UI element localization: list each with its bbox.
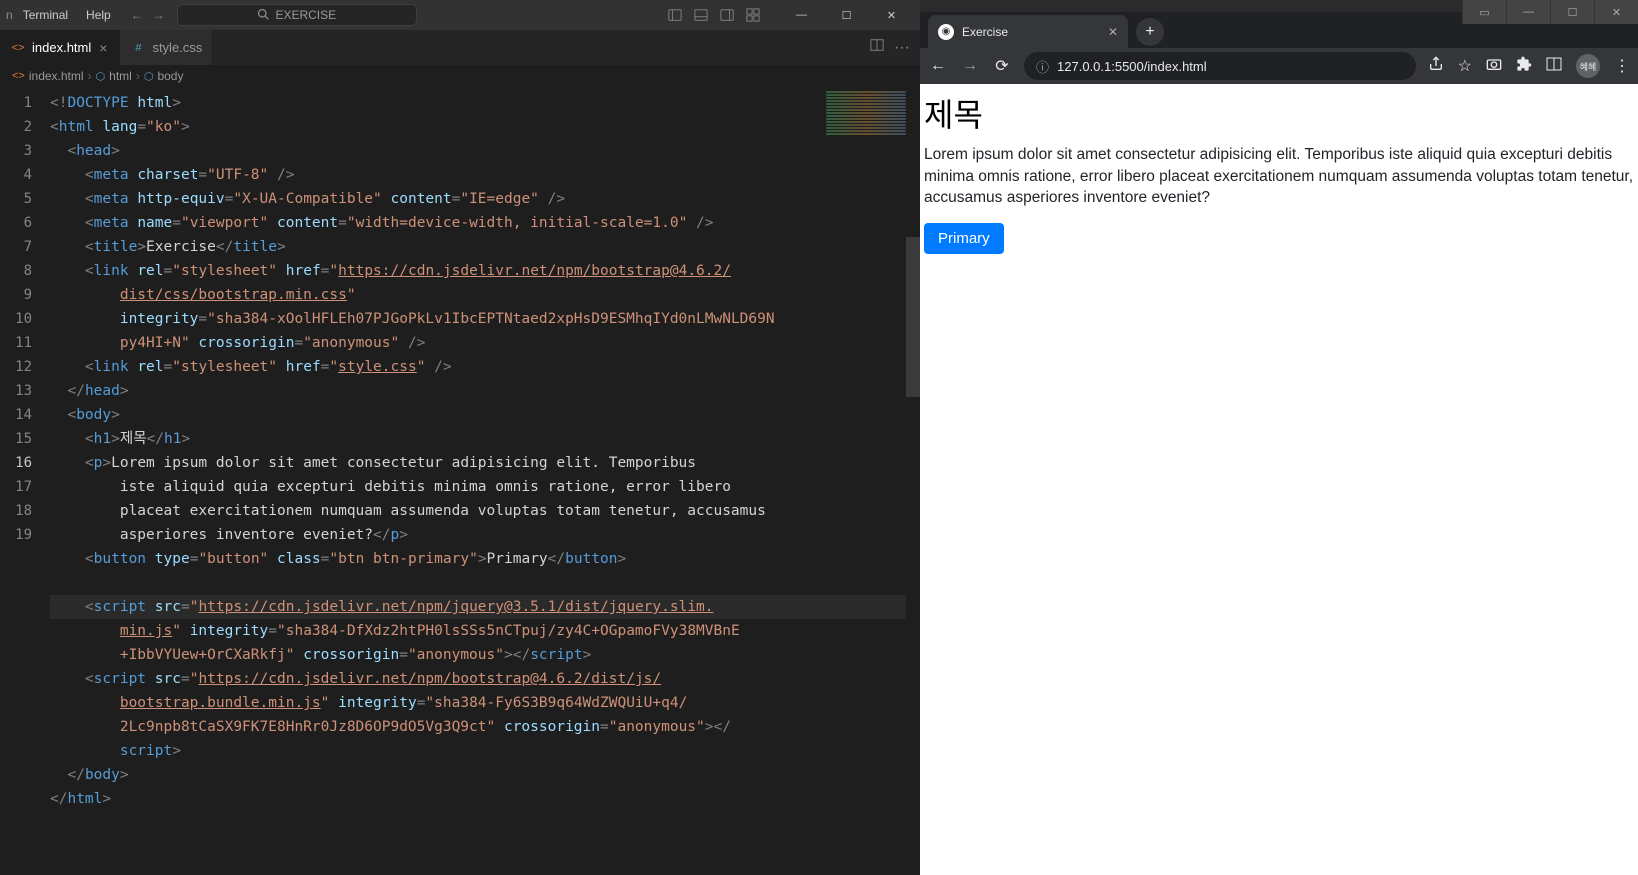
- search-text: EXERCISE: [275, 8, 336, 22]
- menu-help[interactable]: Help: [78, 4, 119, 26]
- tab-label: index.html: [32, 40, 91, 55]
- vertical-scrollbar[interactable]: [906, 87, 920, 875]
- window-minimize-icon[interactable]: ―: [779, 0, 824, 30]
- reading-list-icon[interactable]: [1546, 56, 1562, 77]
- browser-minimize-icon[interactable]: ―: [1506, 0, 1550, 24]
- nav-back-icon[interactable]: ←: [131, 8, 143, 22]
- browser-window: ▭ ― ☐ ✕ ◉ Exercise ✕ + ← → ⟳ ⓘ 127.0.0.1…: [920, 0, 1638, 875]
- browser-maximize-icon[interactable]: ☐: [1550, 0, 1594, 24]
- breadcrumbs: <>index.html › ⬡html › ⬡body: [0, 65, 920, 87]
- address-bar[interactable]: ⓘ 127.0.0.1:5500/index.html: [1024, 52, 1416, 80]
- browser-back-icon[interactable]: ←: [928, 57, 948, 75]
- browser-toolbar: ← → ⟳ ⓘ 127.0.0.1:5500/index.html ☆ 혜혜 ⋮: [920, 48, 1638, 84]
- layout-sidebar-right-icon[interactable]: [719, 8, 735, 22]
- page-paragraph: Lorem ipsum dolor sit amet consectetur a…: [924, 144, 1634, 209]
- split-editor-icon[interactable]: [870, 38, 884, 57]
- css-file-icon: #: [130, 40, 146, 56]
- profile-avatar[interactable]: 혜혜: [1576, 54, 1600, 78]
- tab-label: style.css: [152, 40, 202, 55]
- breadcrumb-separator-icon: ›: [88, 69, 92, 83]
- browser-menu-icon[interactable]: ⋮: [1614, 56, 1630, 76]
- editor-area: 12345678910111213141516171819 <!DOCTYPE …: [0, 87, 920, 875]
- search-icon: [257, 8, 269, 23]
- breadcrumb-body[interactable]: ⬡body: [144, 69, 184, 83]
- tab-close-icon[interactable]: ✕: [1108, 25, 1118, 39]
- share-icon[interactable]: [1428, 56, 1444, 77]
- tab-index-html[interactable]: <> index.html ×: [0, 30, 120, 65]
- new-tab-button[interactable]: +: [1136, 18, 1164, 46]
- window-maximize-icon[interactable]: ☐: [824, 0, 869, 30]
- rendered-page: 제목 Lorem ipsum dolor sit amet consectetu…: [920, 84, 1638, 875]
- layout-panel-icon[interactable]: [693, 8, 709, 22]
- primary-button[interactable]: Primary: [924, 223, 1004, 254]
- browser-unknown-icon[interactable]: ▭: [1462, 0, 1506, 24]
- breadcrumb-html[interactable]: ⬡html: [96, 69, 132, 83]
- browser-reload-icon[interactable]: ⟳: [992, 56, 1012, 76]
- tab-style-css[interactable]: # style.css: [120, 30, 213, 65]
- vscode-window: n Terminal Help ← → EXERCISE ― ☐ ✕ <>: [0, 0, 920, 875]
- breadcrumb-file[interactable]: <>index.html: [12, 69, 84, 83]
- bookmark-star-icon[interactable]: ☆: [1458, 56, 1472, 76]
- extensions-icon[interactable]: [1516, 56, 1532, 77]
- browser-close-icon[interactable]: ✕: [1594, 0, 1638, 24]
- menubar-truncated: n: [6, 8, 13, 22]
- browser-tab-exercise[interactable]: ◉ Exercise ✕: [928, 15, 1128, 48]
- command-center-search[interactable]: EXERCISE: [177, 4, 417, 26]
- nav-forward-icon[interactable]: →: [153, 8, 165, 22]
- page-favicon-icon: ◉: [938, 24, 954, 40]
- menubar: n Terminal Help ← → EXERCISE ― ☐ ✕: [0, 0, 920, 30]
- browser-tab-title: Exercise: [962, 25, 1008, 39]
- tag-icon: ⬡: [96, 70, 106, 83]
- scrollbar-thumb[interactable]: [906, 237, 920, 397]
- page-heading: 제목: [924, 90, 1634, 136]
- line-number-gutter: 12345678910111213141516171819: [0, 87, 50, 875]
- camera-icon[interactable]: [1486, 56, 1502, 77]
- code-editor[interactable]: <!DOCTYPE html><html lang="ko"> <head> <…: [50, 87, 920, 875]
- more-actions-icon[interactable]: ···: [894, 39, 910, 57]
- window-close-icon[interactable]: ✕: [869, 0, 914, 30]
- layout-sidebar-left-icon[interactable]: [667, 8, 683, 22]
- tag-icon: ⬡: [144, 70, 154, 83]
- url-text: 127.0.0.1:5500/index.html: [1057, 59, 1207, 74]
- menu-terminal[interactable]: Terminal: [15, 4, 76, 26]
- site-info-icon[interactable]: ⓘ: [1036, 57, 1049, 76]
- editor-tabbar: <> index.html × # style.css ···: [0, 30, 920, 65]
- minimap[interactable]: [826, 91, 906, 141]
- breadcrumb-separator-icon: ›: [136, 69, 140, 83]
- layout-customize-icon[interactable]: [745, 8, 761, 22]
- html-file-icon: <>: [10, 40, 26, 56]
- tab-close-icon[interactable]: ×: [97, 40, 109, 56]
- browser-forward-icon[interactable]: →: [960, 57, 980, 75]
- html-file-icon: <>: [12, 70, 25, 82]
